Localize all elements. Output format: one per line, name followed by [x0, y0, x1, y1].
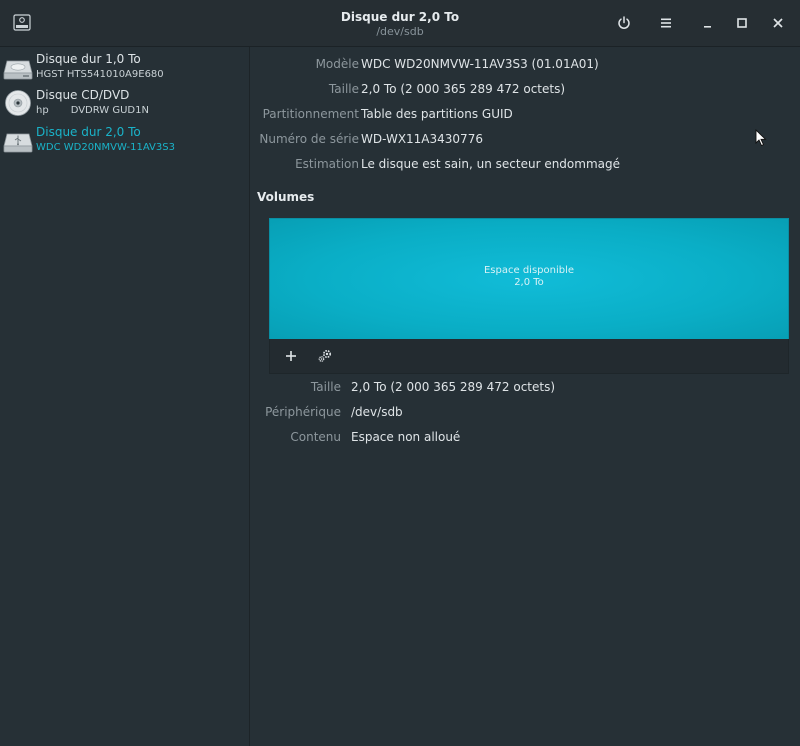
menu-button[interactable] — [655, 12, 677, 34]
hard-drive-icon — [3, 53, 33, 81]
minimize-button[interactable] — [696, 12, 718, 34]
add-partition-button[interactable] — [280, 346, 302, 366]
close-button[interactable] — [767, 12, 789, 34]
model-label: Modèle — [315, 57, 359, 71]
add-partition-icon — [286, 351, 296, 361]
drive-model: hp DVDRW GUD1N — [36, 105, 149, 116]
partitioning-value: Table des partitions GUID — [361, 107, 513, 121]
volume-size-label: Taille — [310, 380, 341, 394]
partitioning-label: Partitionnement — [262, 107, 359, 121]
volume-device-row: Périphérique /dev/sdb — [250, 405, 800, 425]
disk-details: Modèle WDC WD20NMVW-11AV3S3 (01.01A01) T… — [250, 47, 800, 746]
partition-settings-icon — [318, 349, 332, 362]
usb-drive-icon — [3, 126, 33, 154]
menu-icon — [661, 18, 671, 28]
volume-contents-value: Espace non alloué — [351, 430, 461, 444]
model-row: Modèle WDC WD20NMVW-11AV3S3 (01.01A01) — [250, 57, 800, 77]
size-row: Taille 2,0 To (2 000 365 289 472 octets) — [250, 82, 800, 102]
mouse-pointer-icon — [755, 128, 767, 147]
close-icon — [773, 18, 783, 28]
model-value: WDC WD20NMVW-11AV3S3 (01.01A01) — [361, 57, 599, 71]
sidebar-item-hard-drive-2to[interactable]: Disque dur 2,0 To WDC WD20NMVW-11AV3S3 — [0, 122, 249, 159]
assessment-row: Estimation Le disque est sain, un secteu… — [250, 157, 800, 177]
size-value: 2,0 To (2 000 365 289 472 octets) — [361, 82, 566, 96]
drive-name: Disque CD/DVD — [36, 88, 130, 102]
drive-name: Disque dur 1,0 To — [36, 52, 141, 66]
assessment-value: Le disque est sain, un secteur endommagé — [361, 157, 621, 171]
assessment-label: Estimation — [295, 157, 359, 171]
window-subtitle: /dev/sdb — [376, 25, 424, 38]
volume-device-label: Périphérique — [265, 405, 341, 419]
volume-size-row: Taille 2,0 To (2 000 365 289 472 octets) — [250, 380, 800, 400]
power-icon — [618, 16, 630, 29]
drive-model: HGST HTS541010A9E680 — [36, 69, 164, 80]
maximize-button[interactable] — [731, 12, 753, 34]
volume-free-space-block[interactable]: Espace disponible 2,0 To — [269, 218, 789, 340]
drives-sidebar: Disque dur 1,0 To HGST HTS541010A9E680 D… — [0, 47, 250, 746]
partition-settings-button[interactable] — [314, 346, 336, 366]
volume-size-value: 2,0 To (2 000 365 289 472 octets) — [351, 380, 556, 394]
drive-product: DVDRW GUD1N — [70, 105, 149, 116]
volume-size: 2,0 To — [514, 277, 544, 288]
serial-row: Numéro de série WD-WX11A3430776 — [250, 132, 800, 152]
header-bar: Disque dur 2,0 To /dev/sdb — [0, 0, 800, 47]
volume-contents-row: Contenu Espace non alloué — [250, 430, 800, 450]
serial-label: Numéro de série — [259, 132, 359, 146]
volume-device-value: /dev/sdb — [351, 405, 403, 419]
volume-toolbar — [269, 339, 789, 374]
drive-model: WDC WD20NMVW-11AV3S3 — [36, 142, 175, 153]
partitioning-row: Partitionnement Table des partitions GUI… — [250, 107, 800, 127]
optical-disc-icon — [3, 89, 33, 117]
minimize-icon — [704, 26, 711, 28]
title-block: Disque dur 2,0 To /dev/sdb — [250, 9, 550, 39]
serial-value: WD-WX11A3430776 — [361, 132, 483, 146]
sidebar-item-cd-dvd[interactable]: Disque CD/DVD hp DVDRW GUD1N — [0, 85, 249, 122]
drive-vendor: hp — [36, 105, 49, 116]
volumes-heading: Volumes — [257, 190, 315, 204]
disks-app-icon — [13, 14, 31, 31]
power-off-button[interactable] — [613, 12, 635, 34]
maximize-icon — [737, 18, 747, 28]
sidebar-item-hard-drive-1to[interactable]: Disque dur 1,0 To HGST HTS541010A9E680 — [0, 49, 249, 86]
volume-contents-label: Contenu — [290, 430, 341, 444]
volume-name: Espace disponible — [483, 265, 575, 276]
volume-label: Espace disponible 2,0 To — [270, 265, 788, 289]
drive-name: Disque dur 2,0 To — [36, 125, 141, 139]
size-label: Taille — [328, 82, 359, 96]
window-title: Disque dur 2,0 To — [340, 10, 460, 24]
